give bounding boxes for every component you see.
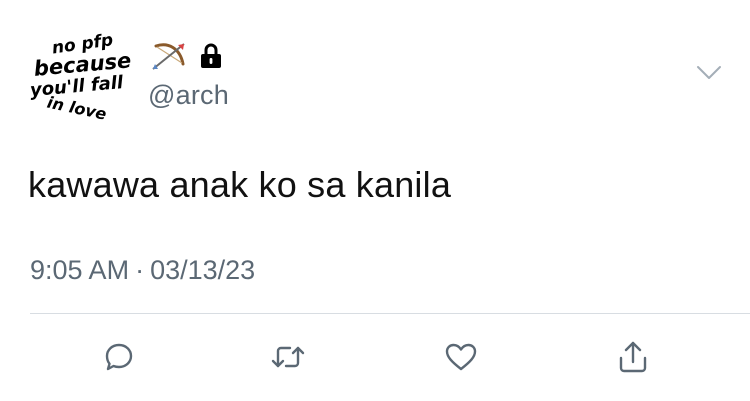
display-name[interactable]: [150, 40, 222, 72]
timestamp-separator: ·: [135, 255, 145, 285]
avatar[interactable]: no pfp because you'll fall in love: [28, 28, 138, 128]
tweet-time: 9:05 AM: [30, 255, 130, 285]
share-icon: [619, 341, 647, 373]
reply-icon: [105, 343, 133, 371]
avatar-line-4: in love: [45, 93, 108, 124]
divider: [30, 313, 750, 314]
retweet-icon: [271, 346, 305, 368]
tweet-date: 03/13/23: [150, 255, 256, 285]
lock-icon: [201, 43, 221, 68]
user-handle[interactable]: @arch: [148, 80, 229, 111]
retweet-button[interactable]: [267, 336, 309, 378]
tweet-text: kawawa anak ko sa kanila: [28, 164, 452, 205]
reply-button[interactable]: [98, 336, 140, 378]
chevron-down-icon[interactable]: [696, 64, 722, 82]
heart-icon: [445, 343, 477, 371]
bow-and-arrow-icon: [152, 43, 185, 70]
share-button[interactable]: [612, 336, 654, 378]
like-button[interactable]: [440, 336, 482, 378]
tweet-timestamp[interactable]: 9:05 AM · 03/13/23: [30, 255, 255, 286]
